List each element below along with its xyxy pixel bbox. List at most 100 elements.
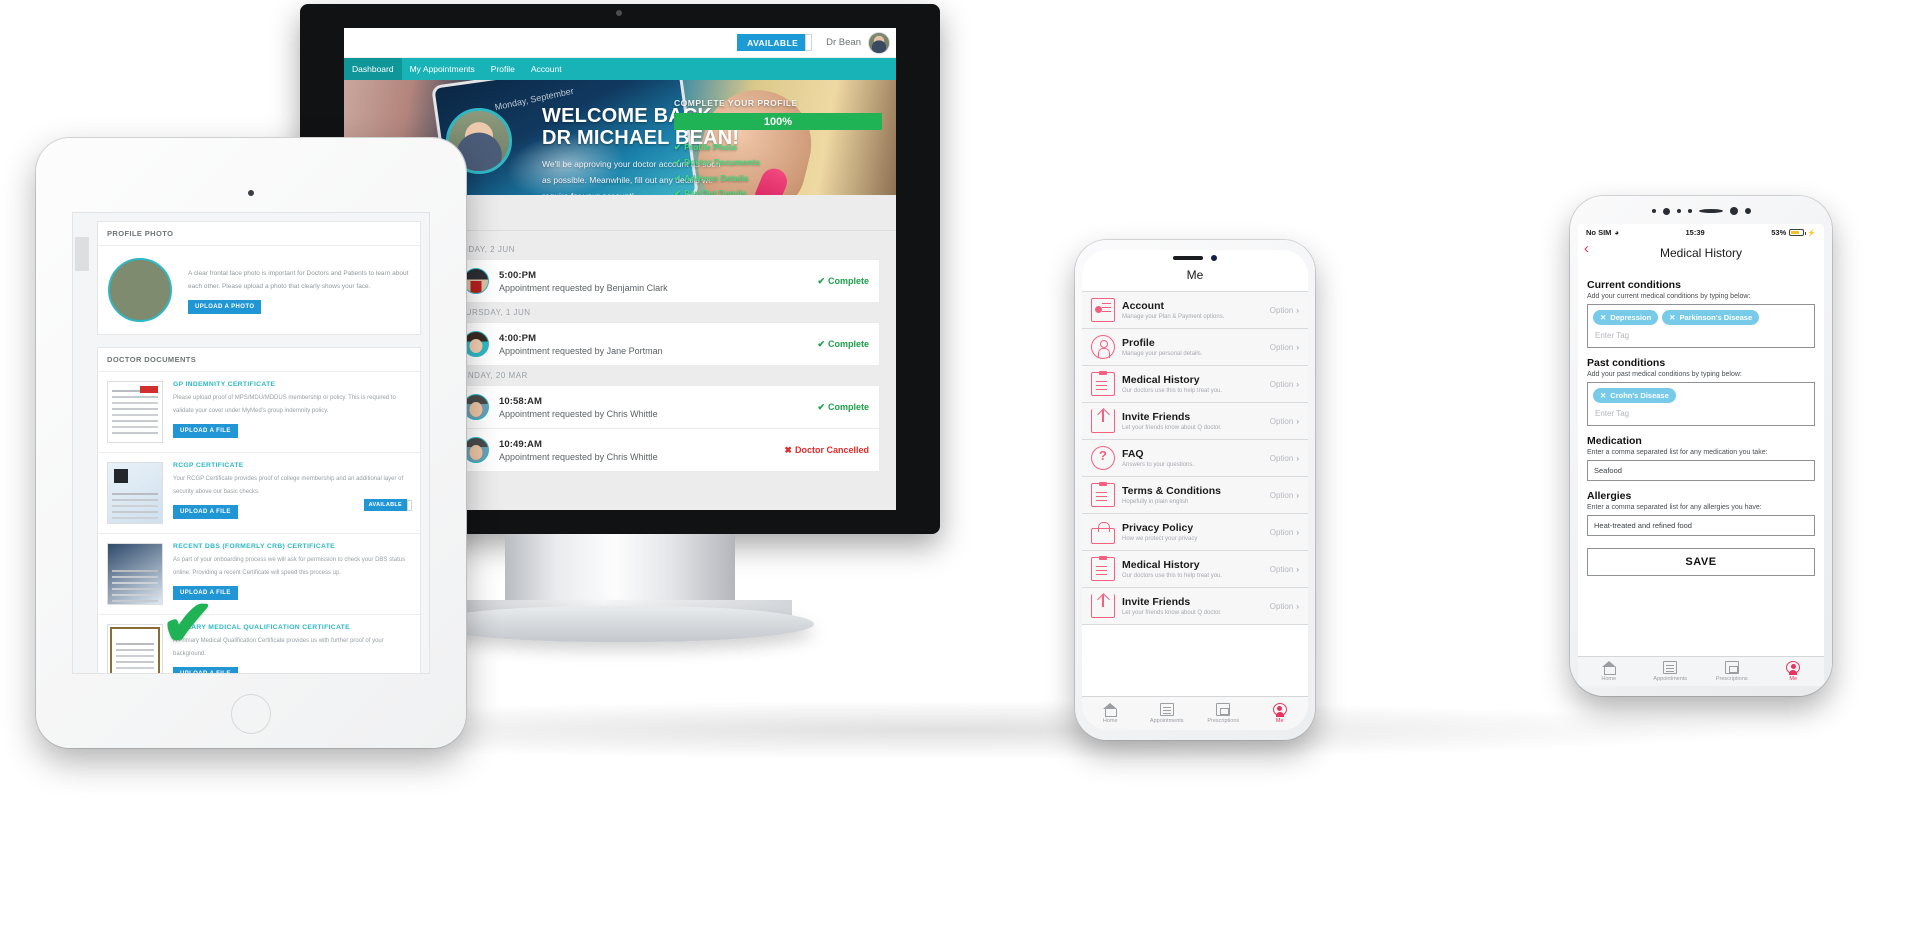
feed-item[interactable]: 10:58:AM Appointment requested by Chris … bbox=[452, 385, 880, 428]
tag-chip[interactable]: ✕ Parkinson's Disease bbox=[1662, 310, 1760, 325]
user-name: Dr Bean bbox=[826, 37, 861, 48]
section-heading: Medication bbox=[1587, 435, 1642, 447]
tab-dashboard[interactable]: Dashboard bbox=[344, 58, 402, 80]
carrier-label: No SIM bbox=[1586, 228, 1612, 237]
feed-item-desc: Appointment requested by Chris Whittle bbox=[499, 451, 658, 462]
upload-file-button[interactable]: UPLOAD A FILE bbox=[173, 505, 238, 520]
save-button[interactable]: SAVE bbox=[1587, 548, 1815, 576]
desktop-topbar: AVAILABLE Dr Bean bbox=[344, 28, 896, 58]
menu-item-medical-history-2[interactable]: Medical History Our doctors use this to … bbox=[1082, 551, 1308, 588]
tag-placeholder: Enter Tag bbox=[1595, 331, 1630, 340]
menu-item-invite-friends[interactable]: Invite Friends Let your friends know abo… bbox=[1082, 403, 1308, 440]
tabbar-home[interactable]: Home bbox=[1082, 697, 1139, 730]
menu-item-label: Privacy Policy How we protect your priva… bbox=[1122, 522, 1270, 542]
status-badge: ✔ Complete bbox=[817, 401, 869, 412]
x-icon[interactable]: ✕ bbox=[1669, 313, 1675, 322]
ios-status-bar: No SIM ◕ 15:39 53% ⚡ bbox=[1578, 224, 1824, 239]
back-chevron-icon[interactable]: ‹ bbox=[1584, 241, 1589, 256]
patient-avatar-icon bbox=[463, 437, 489, 463]
chevron-right-icon: › bbox=[1296, 601, 1299, 611]
available-badge[interactable]: AVAILABLE bbox=[363, 499, 412, 511]
tabbar-me[interactable]: Me bbox=[1763, 657, 1825, 686]
chevron-right-icon: › bbox=[1296, 379, 1299, 389]
upload-photo-button[interactable]: UPLOAD A PHOTO bbox=[188, 299, 262, 314]
tabbar-prescriptions[interactable]: Prescriptions bbox=[1195, 697, 1252, 730]
menu-item-label: Invite Friends Let your friends know abo… bbox=[1122, 411, 1270, 431]
phone-me-screen: Me Account Manage your Plan & Payment op… bbox=[1082, 250, 1308, 730]
current-conditions-section: Current conditions Add your current medi… bbox=[1578, 270, 1824, 348]
chevron-right-icon: › bbox=[1296, 490, 1299, 500]
menu-item-option[interactable]: Option › bbox=[1270, 454, 1299, 463]
document-title: RECENT DBS (FORMERLY CRB) CERTIFICATE bbox=[173, 543, 336, 550]
tab-profile[interactable]: Profile bbox=[483, 58, 523, 80]
tabbar-appointments[interactable]: Appointments bbox=[1139, 697, 1196, 730]
home-icon bbox=[1103, 703, 1118, 717]
toggle-knob[interactable] bbox=[805, 34, 813, 51]
me-menu-list: Account Manage your Plan & Payment optio… bbox=[1082, 291, 1308, 625]
menu-item-faq[interactable]: FAQ Answers to your questions. Option› bbox=[1082, 440, 1308, 477]
profile-progress-label: 100% bbox=[763, 115, 793, 128]
checklist-item: ✔ Profile Photo bbox=[674, 142, 738, 152]
phone2-sensor-array bbox=[1570, 205, 1832, 217]
tag-chip[interactable]: ✕ Depression bbox=[1593, 310, 1659, 325]
tabbar-home[interactable]: Home bbox=[1578, 657, 1640, 686]
check-icon: ✔ bbox=[674, 142, 682, 152]
feed-item[interactable]: 5:00:PM Appointment requested by Benjami… bbox=[452, 259, 880, 302]
document-thumbnail[interactable] bbox=[107, 381, 163, 443]
tag-chip[interactable]: ✕ Crohn's Disease bbox=[1593, 388, 1676, 403]
avatar[interactable] bbox=[868, 31, 890, 54]
upload-file-button[interactable]: UPLOAD A FILE bbox=[173, 424, 238, 439]
webcam-icon bbox=[616, 10, 622, 16]
tab-account[interactable]: Account bbox=[523, 58, 570, 80]
menu-item-medical-history[interactable]: Medical History Our doctors use this to … bbox=[1082, 366, 1308, 403]
big-check-icon: ✔ bbox=[161, 587, 215, 659]
past-conditions-tag-input[interactable]: ✕ Crohn's Disease Enter Tag bbox=[1587, 382, 1815, 426]
menu-item-sub: How we protect your privacy bbox=[1122, 536, 1198, 542]
home-icon bbox=[1601, 661, 1616, 675]
feed-item-time: 4:00:PM bbox=[499, 332, 537, 344]
medication-input[interactable]: Seafood bbox=[1587, 460, 1815, 481]
doctor-photo bbox=[108, 258, 172, 322]
tabbar-appointments[interactable]: Appointments bbox=[1640, 657, 1702, 686]
document-thumbnail[interactable] bbox=[107, 624, 163, 673]
checklist-item: ✔ Doctor Documents bbox=[674, 157, 761, 168]
tab-my-appointments[interactable]: My Appointments bbox=[402, 58, 483, 80]
tablet-home-button[interactable] bbox=[231, 694, 271, 734]
menu-item-option[interactable]: Option › bbox=[1270, 306, 1299, 315]
menu-item-sub: Hopefully in plain english bbox=[1122, 499, 1189, 505]
menu-item-label: FAQ Answers to your questions. bbox=[1122, 448, 1270, 468]
document-thumbnail[interactable] bbox=[107, 543, 163, 605]
scrollbar[interactable] bbox=[75, 237, 89, 271]
document-thumbnail[interactable] bbox=[107, 462, 163, 524]
sensor-dot-icon bbox=[1662, 207, 1670, 215]
current-conditions-tag-input[interactable]: ✕ Depression ✕ Parkinson's Disease Enter T… bbox=[1587, 304, 1815, 348]
check-icon: ✔ bbox=[674, 187, 682, 195]
menu-item-sub: Our doctors use this to help treat you. bbox=[1122, 388, 1223, 394]
allergies-input[interactable]: Heat-treated and refined food bbox=[1587, 515, 1815, 536]
menu-item-terms[interactable]: Terms & Conditions Hopefully in plain en… bbox=[1082, 477, 1308, 514]
menu-item-option[interactable]: Option › bbox=[1270, 528, 1299, 537]
feed-item[interactable]: 10:49:AM Appointment requested by Chris … bbox=[452, 428, 880, 472]
x-icon[interactable]: ✕ bbox=[1600, 313, 1606, 322]
checklist-item: ✔ Address Details bbox=[674, 172, 749, 183]
menu-item-option[interactable]: Option › bbox=[1270, 380, 1299, 389]
upload-file-button[interactable]: UPLOAD A FILE bbox=[173, 667, 238, 673]
phone-notch bbox=[1152, 250, 1238, 265]
menu-item-privacy-policy[interactable]: Privacy Policy How we protect your priva… bbox=[1082, 514, 1308, 551]
availability-toggle[interactable]: AVAILABLE bbox=[737, 34, 813, 51]
feed-item-time: 5:00:PM bbox=[499, 269, 537, 281]
menu-item-account[interactable]: Account Manage your Plan & Payment optio… bbox=[1082, 292, 1308, 329]
menu-item-option[interactable]: Option › bbox=[1270, 602, 1299, 611]
patient-avatar-icon bbox=[463, 331, 489, 357]
x-icon[interactable]: ✕ bbox=[1600, 391, 1606, 400]
menu-item-option[interactable]: Option › bbox=[1270, 417, 1299, 426]
menu-item-option[interactable]: Option › bbox=[1270, 565, 1299, 574]
menu-item-option[interactable]: Option › bbox=[1270, 491, 1299, 500]
menu-item-profile[interactable]: Profile Manage your personal details. Op… bbox=[1082, 329, 1308, 366]
badge-knob[interactable] bbox=[407, 499, 412, 511]
tabbar-me[interactable]: Me bbox=[1252, 697, 1309, 730]
feed-item[interactable]: 4:00:PM Appointment requested by Jane Po… bbox=[452, 322, 880, 365]
menu-item-invite-friends-2[interactable]: Invite Friends Let your friends know abo… bbox=[1082, 588, 1308, 625]
tabbar-prescriptions[interactable]: Prescriptions bbox=[1701, 657, 1763, 686]
menu-item-option[interactable]: Option › bbox=[1270, 343, 1299, 352]
